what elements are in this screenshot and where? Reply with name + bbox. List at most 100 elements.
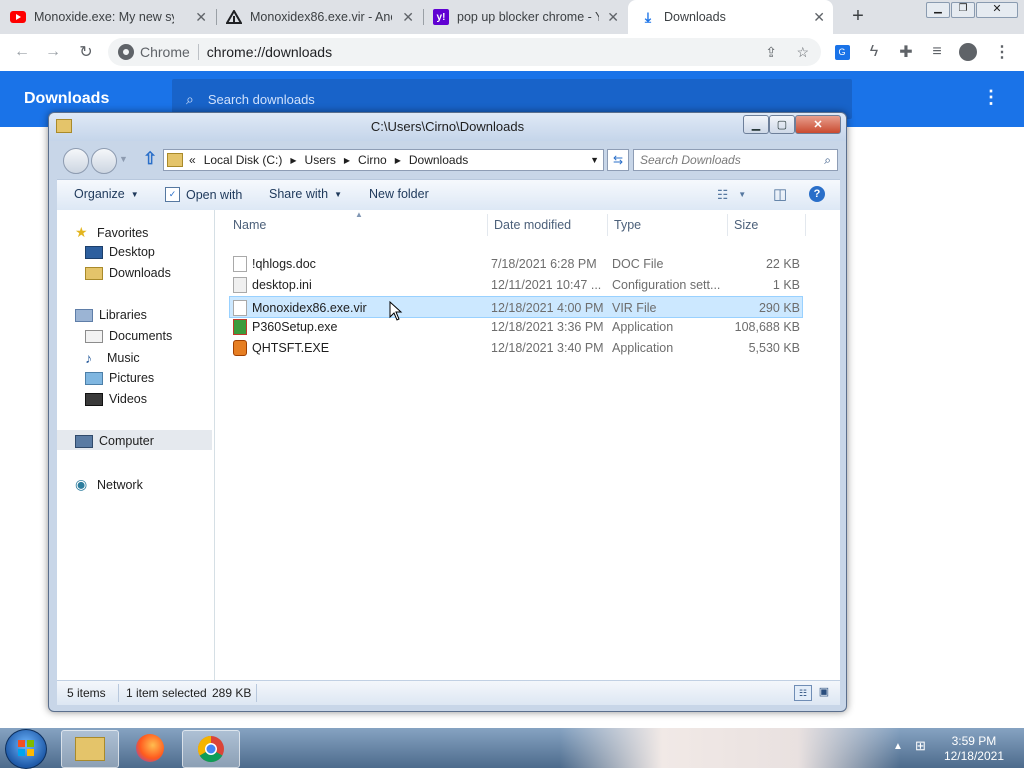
start-button[interactable]	[5, 729, 47, 769]
nav-music[interactable]: ♪ Music	[85, 350, 140, 366]
extensions-puzzle-icon[interactable]: ✚	[896, 42, 916, 62]
close-icon[interactable]: ✕	[195, 9, 207, 26]
address-bar[interactable]: Chrome chrome://downloads ⇪ ☆	[108, 38, 821, 66]
taskbar-chrome-button[interactable]	[182, 730, 240, 768]
table-row[interactable]: P360Setup.exe 12/18/2021 3:36 PM Applica…	[230, 317, 802, 337]
downloads-menu-icon[interactable]: ⋮	[982, 87, 1000, 108]
file-type: DOC File	[612, 257, 664, 271]
back-icon[interactable]: ←	[12, 42, 32, 62]
details-view-icon[interactable]: ☷	[794, 685, 812, 701]
refresh-icon[interactable]: ⇆	[607, 149, 629, 171]
large-icons-view-icon[interactable]: ▣	[817, 685, 831, 699]
file-name: QHTSFT.EXE	[252, 341, 330, 355]
file-generic-icon	[233, 300, 247, 316]
restore-button[interactable]: ❐	[951, 2, 975, 18]
clock-date: 12/18/2021	[943, 749, 1004, 763]
view-options-button[interactable]: ☷ ▼	[717, 187, 746, 202]
breadcrumb-separator-icon[interactable]: ▶	[344, 156, 350, 165]
system-clock[interactable]: 3:59 PM 12/18/2021	[944, 734, 1004, 764]
column-size[interactable]: Size	[734, 218, 758, 232]
tab-downloads[interactable]: ⤓ Downloads ✕	[628, 0, 833, 34]
recent-pages-chevron-icon[interactable]: ▼	[119, 154, 128, 164]
close-icon[interactable]: ✕	[607, 9, 619, 26]
close-window-button[interactable]: ✕	[976, 2, 1018, 18]
nav-documents[interactable]: Documents	[85, 329, 172, 343]
breadcrumb[interactable]: « Local Disk (C:) ▶ Users ▶ Cirno ▶ Down…	[163, 149, 604, 171]
tab-strip: Monoxide.exe: My new sys ✕ Monoxidex86.e…	[0, 0, 1024, 34]
new-folder-label: New folder	[369, 187, 429, 201]
share-with-button[interactable]: Share with ▼	[269, 187, 342, 201]
new-folder-button[interactable]: New folder	[369, 187, 429, 201]
breadcrumb-separator-icon[interactable]: ▶	[290, 156, 296, 165]
close-window-button[interactable]: ✕	[795, 115, 841, 134]
tab-youtube[interactable]: Monoxide.exe: My new sys ✕	[10, 0, 215, 34]
nav-network[interactable]: ◉ Network	[75, 476, 143, 493]
translate-extension-icon[interactable]: G	[832, 42, 852, 62]
new-tab-button[interactable]: +	[847, 5, 869, 27]
close-icon[interactable]: ✕	[813, 9, 825, 26]
nav-videos[interactable]: Videos	[85, 392, 147, 406]
taskbar-firefox-button[interactable]	[122, 730, 178, 766]
reload-icon[interactable]: ↻	[76, 42, 96, 62]
forward-icon[interactable]	[91, 148, 117, 174]
back-icon[interactable]	[63, 148, 89, 174]
show-hidden-icons-icon[interactable]: ▲	[893, 741, 903, 752]
preview-pane-icon[interactable]: ◫	[773, 185, 787, 203]
search-placeholder: Search Downloads	[640, 153, 741, 167]
breadcrumb-users[interactable]: Users	[305, 153, 336, 167]
file-size: 1 KB	[772, 278, 800, 292]
taskbar-explorer-button[interactable]	[61, 730, 119, 768]
breadcrumb-downloads[interactable]: Downloads	[409, 153, 468, 167]
column-date[interactable]: Date modified	[494, 218, 571, 232]
share-icon[interactable]: ⇪	[765, 44, 777, 61]
forward-icon[interactable]: →	[43, 42, 63, 62]
nav-downloads[interactable]: Downloads	[85, 266, 171, 280]
breadcrumb-local-disk[interactable]: Local Disk (C:)	[204, 153, 283, 167]
bolt-extension-icon[interactable]: ϟ	[864, 42, 884, 62]
profile-avatar[interactable]	[958, 42, 978, 62]
organize-button[interactable]: Organize ▼	[74, 187, 139, 201]
nav-label: Network	[97, 477, 143, 492]
table-row[interactable]: !qhlogs.doc 7/18/2021 6:28 PM DOC File 2…	[230, 254, 802, 274]
breadcrumb-overflow[interactable]: «	[189, 153, 196, 167]
table-row[interactable]: desktop.ini 12/11/2021 10:47 ... Configu…	[230, 275, 802, 295]
explorer-window: C:\Users\Cirno\Downloads ▁ ▢ ✕ ▼ ⇧ « Loc…	[48, 112, 847, 712]
maximize-button[interactable]: ▢	[769, 115, 795, 134]
nav-label: Libraries	[99, 308, 147, 322]
nav-favorites[interactable]: ★ Favorites	[75, 224, 148, 241]
nav-pictures[interactable]: Pictures	[85, 371, 154, 385]
tab-yahoo[interactable]: y! pop up blocker chrome - Y ✕	[433, 0, 627, 34]
tab-anonfiles[interactable]: Monoxidex86.exe.vir - Ano ✕	[226, 0, 422, 34]
documents-icon	[85, 329, 103, 343]
windows-logo-icon	[18, 740, 34, 756]
column-divider[interactable]	[487, 214, 488, 236]
explorer-search-input[interactable]: Search Downloads ⌕	[633, 149, 838, 171]
column-name[interactable]: Name	[233, 218, 266, 232]
minimize-button[interactable]: ▁	[926, 2, 950, 18]
open-with-button[interactable]: ✓ Open with	[165, 187, 242, 202]
up-arrow-icon[interactable]: ⇧	[143, 149, 157, 169]
breadcrumb-cirno[interactable]: Cirno	[358, 153, 387, 167]
file-date: 12/18/2021 3:36 PM	[491, 320, 604, 334]
table-row-selected[interactable]: Monoxidex86.exe.vir 12/18/2021 4:00 PM V…	[229, 296, 803, 318]
column-type[interactable]: Type	[614, 218, 641, 232]
column-divider[interactable]	[805, 214, 806, 236]
column-divider[interactable]	[727, 214, 728, 236]
chevron-down-icon[interactable]: ▼	[590, 155, 599, 165]
search-placeholder: Search downloads	[207, 91, 315, 107]
column-divider[interactable]	[607, 214, 608, 236]
menu-kebab-icon[interactable]: ⋮	[992, 42, 1012, 62]
nav-desktop[interactable]: Desktop	[85, 245, 155, 259]
bookmark-star-icon[interactable]: ☆	[796, 44, 809, 61]
nav-libraries[interactable]: Libraries	[75, 308, 147, 322]
network-status-icon[interactable]: ⊞	[915, 738, 931, 754]
close-icon[interactable]: ✕	[402, 9, 414, 26]
nav-computer[interactable]: Computer	[75, 434, 154, 448]
breadcrumb-separator-icon[interactable]: ▶	[395, 156, 401, 165]
table-row[interactable]: QHTSFT.EXE 12/18/2021 3:40 PM Applicatio…	[230, 338, 802, 358]
minimize-button[interactable]: ▁	[743, 115, 769, 134]
media-queue-icon[interactable]: ≡	[927, 42, 947, 62]
downloads-folder-icon	[85, 266, 103, 280]
selection-size: 289 KB	[212, 686, 252, 700]
help-icon[interactable]: ?	[809, 186, 825, 202]
